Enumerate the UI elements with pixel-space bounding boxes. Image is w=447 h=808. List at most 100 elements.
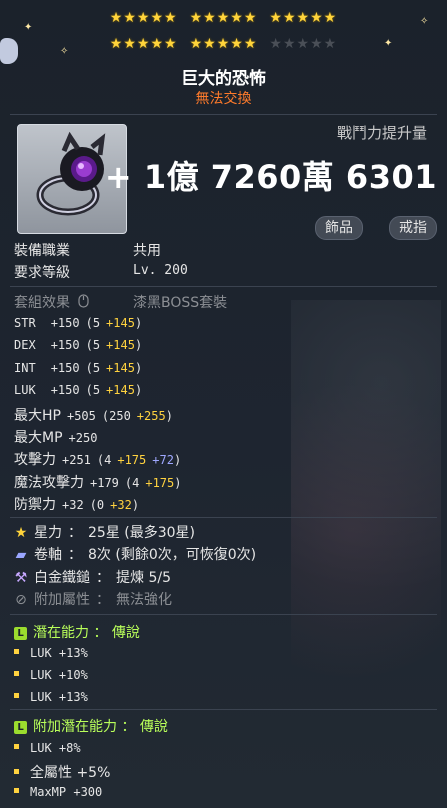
enhancement-row: ★ 星力 ： 25星 (最多30星): [14, 522, 195, 542]
stat-values: +250: [69, 431, 98, 445]
stat-name: 最大MP: [14, 430, 63, 446]
stat-close: ): [173, 453, 182, 468]
star-filled-icon: ★: [189, 36, 204, 52]
background-decoration: [291, 300, 441, 720]
potential-line-text: LUK +8%: [30, 741, 81, 755]
divider: [10, 614, 437, 615]
star-empty-icon: ★: [269, 36, 283, 52]
stat-name: INT: [14, 360, 36, 375]
stat-close: ): [131, 498, 140, 513]
star-group: ★★★★★: [269, 36, 337, 52]
stat-row: INT +150 (5 +145): [14, 360, 142, 376]
star-filled-icon: ★: [230, 36, 244, 52]
star-filled-icon: ★: [323, 10, 338, 26]
set-row[interactable]: 套組效果 漆黑BOSS套裝: [14, 292, 227, 312]
stat-row: 魔法攻擊力 +179 (4 +175): [14, 472, 182, 492]
sparkle-icon: ✧: [420, 16, 429, 27]
star-icon: ★: [14, 525, 28, 541]
job-value: 共用: [133, 243, 161, 259]
stat-values: +505 (250 +255): [67, 409, 173, 423]
stat-total: +250: [68, 431, 98, 445]
star-group: ★★★★★: [190, 36, 258, 52]
potential-grade: 傳說: [111, 625, 140, 641]
stat-base: (4: [124, 475, 140, 490]
star-filled-icon: ★: [243, 10, 258, 26]
stat-base: (5: [85, 316, 101, 330]
additional-potential-label: 附加潛在能力: [33, 719, 117, 735]
stat-total: +179: [90, 475, 119, 490]
potential-line-text: MaxMP +300: [30, 785, 103, 799]
level-label: 要求等級: [14, 265, 70, 281]
potential-line: LUK +13%: [14, 689, 88, 705]
star-filled-icon: ★: [150, 10, 165, 26]
stat-total: +150: [50, 383, 80, 398]
potential-line-text: LUK +13%: [30, 646, 88, 660]
stat-values: +251 (4 +175 +72): [62, 453, 181, 467]
potential-line-text: LUK +13%: [30, 690, 88, 704]
stat-total: +150: [50, 360, 80, 375]
star-filled-icon: ★: [243, 36, 258, 52]
stat-row: 防禦力 +32 (0 +32): [14, 494, 139, 514]
stat-row: 最大HP +505 (250 +255): [14, 405, 173, 425]
potential-line: LUK +8%: [14, 740, 81, 756]
enhancement-value: 無法強化: [116, 592, 172, 609]
star-filled-icon: ★: [164, 36, 178, 52]
enhancement-label: 附加屬性: [34, 592, 90, 609]
tag-ring: 戒指: [389, 216, 437, 240]
stat-row: DEX +150 (5 +145): [14, 337, 142, 353]
enhancement-row: ⚒ 白金鐵鎚 ： 提煉 5/5: [14, 567, 171, 587]
stat-name: STR: [14, 316, 36, 330]
star-filled-icon: ★: [282, 10, 297, 26]
level-row: 要求等級 Lv. 200: [14, 262, 188, 282]
star-filled-icon: ★: [203, 10, 217, 26]
stat-base: (0: [89, 498, 105, 513]
enhancement-row: ⊘ 附加屬性 ： 無法強化: [14, 589, 172, 609]
additional-potential-sep: ：: [121, 719, 136, 735]
stat-row: LUK +150 (5 +145): [14, 382, 142, 398]
stat-row: 最大MP +250: [14, 427, 97, 447]
combat-power-label: 戰鬥力提升量: [336, 124, 427, 142]
enhancement-label: 白金鐵鎚: [34, 569, 90, 586]
star-empty-icon: ★: [296, 36, 311, 52]
stat-bonus: +175: [117, 453, 147, 468]
bullet-icon: [14, 671, 19, 676]
bullet-icon: [14, 788, 19, 793]
enhancement-sep: ：: [68, 525, 82, 541]
hammer-icon: ⚒: [14, 569, 28, 586]
potential-line: 全屬性 +5%: [14, 762, 110, 782]
enhancement-sep: ：: [68, 547, 82, 564]
stat-name: DEX: [14, 338, 36, 353]
sparkle-icon: ✦: [384, 38, 393, 49]
star-filled-icon: ★: [203, 36, 217, 52]
stat-base: (5: [85, 338, 101, 353]
sparkle-icon: ✧: [60, 46, 69, 57]
enhancement-label: 星力: [34, 525, 62, 541]
star-filled-icon: ★: [269, 10, 283, 26]
stat-total: +150: [50, 338, 80, 353]
stat-name: 攻擊力: [14, 452, 56, 469]
stat-bonus: +175: [145, 475, 175, 490]
stat-name: 魔法攻擊力: [14, 474, 84, 491]
item-name: 巨大的恐怖: [181, 69, 266, 89]
additional-potential-grade: 傳說: [139, 719, 168, 735]
star-filled-icon: ★: [310, 10, 324, 26]
bullet-icon: [14, 744, 19, 749]
enhancement-value: 提煉 5/5: [116, 569, 171, 586]
stat-close: ): [134, 338, 143, 353]
star-filled-icon: ★: [136, 36, 151, 52]
stat-extra: +72: [152, 453, 174, 468]
stat-close: ): [134, 360, 143, 375]
stat-values: +150 (5 +145): [51, 338, 143, 352]
star-filled-icon: ★: [123, 36, 137, 52]
potential-line: MaxMP +300: [14, 784, 102, 800]
stat-name: LUK: [14, 383, 36, 398]
set-value: 漆黑BOSS套裝: [133, 295, 228, 311]
stat-total: +150: [50, 316, 80, 330]
stat-values: +32 (0 +32): [62, 498, 139, 512]
disabled-icon: ⊘: [15, 592, 27, 609]
star-filled-icon: ★: [216, 10, 231, 26]
stat-total: +251: [62, 453, 91, 468]
set-label: 套組效果: [14, 295, 70, 311]
potential-line: LUK +13%: [14, 645, 88, 661]
stat-close: ): [174, 475, 182, 490]
